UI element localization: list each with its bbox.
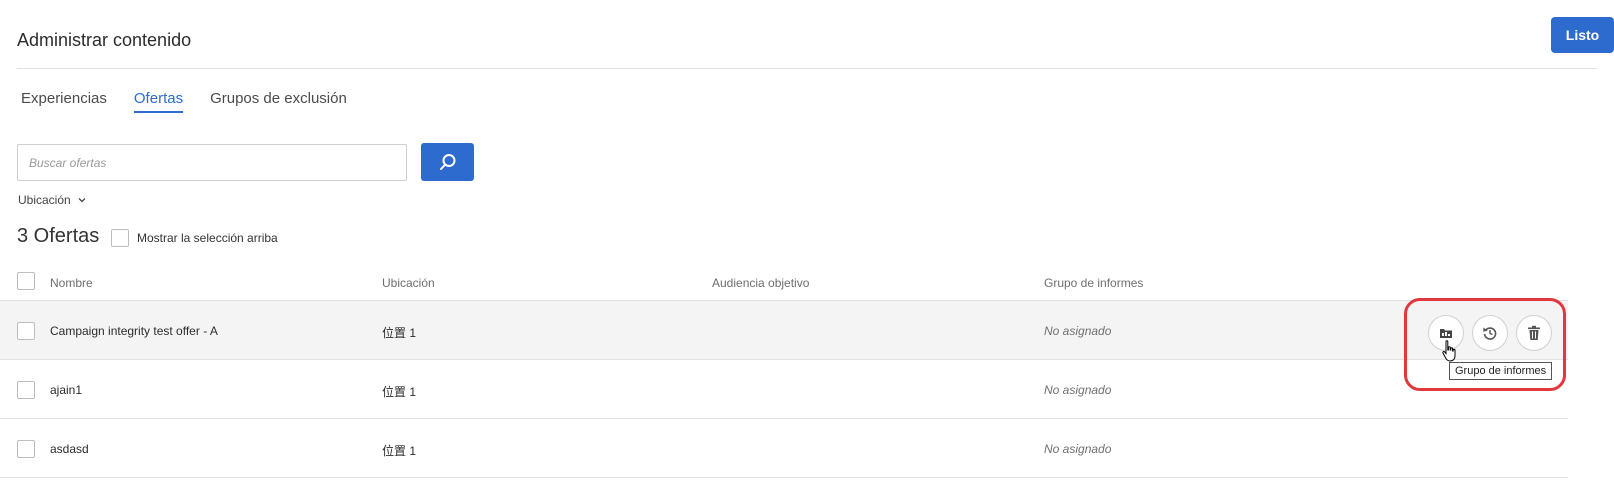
- row-name: Campaign integrity test offer - A: [50, 324, 218, 338]
- chevron-down-icon: [78, 198, 86, 203]
- tab-experiencias[interactable]: Experiencias: [21, 90, 107, 113]
- row-name: ajain1: [50, 383, 83, 397]
- row-checkbox[interactable]: [17, 440, 35, 458]
- show-selection-toggle[interactable]: Mostrar la selección arriba: [111, 229, 278, 247]
- table-row[interactable]: asdasd 位置 1 No asignado: [0, 419, 1568, 478]
- location-filter[interactable]: Ubicación: [18, 193, 87, 207]
- row-checkbox[interactable]: [17, 381, 35, 399]
- search-icon: [439, 154, 455, 170]
- tab-grupos-exclusion[interactable]: Grupos de exclusión: [210, 90, 347, 113]
- column-header-audience[interactable]: Audiencia objetivo: [712, 276, 809, 290]
- select-all-checkbox[interactable]: [17, 272, 35, 290]
- row-location: 位置 1: [382, 385, 417, 399]
- page-title: Administrar contenido: [17, 30, 192, 50]
- show-selection-label: Mostrar la selección arriba: [137, 231, 278, 245]
- row-report-group: No asignado: [1044, 324, 1112, 338]
- done-button[interactable]: Listo: [1551, 17, 1614, 53]
- column-header-report-group[interactable]: Grupo de informes: [1044, 276, 1143, 290]
- table-row[interactable]: Campaign integrity test offer - A 位置 1 N…: [0, 301, 1568, 360]
- row-checkbox[interactable]: [17, 322, 35, 340]
- header: Administrar contenido Listo: [17, 0, 1614, 69]
- row-report-group: No asignado: [1044, 383, 1112, 397]
- tab-bar: Experiencias Ofertas Grupos de exclusión: [21, 90, 374, 113]
- location-filter-label: Ubicación: [18, 193, 71, 207]
- tab-ofertas[interactable]: Ofertas: [133, 90, 184, 113]
- row-location: 位置 1: [382, 326, 417, 340]
- search-input[interactable]: [17, 144, 407, 181]
- tooltip: Grupo de informes: [1449, 362, 1553, 380]
- row-name: asdasd: [50, 442, 89, 456]
- table-header: Nombre Ubicación Audiencia objetivo Grup…: [0, 271, 1568, 301]
- offer-count: 3 Ofertas: [17, 225, 100, 247]
- column-header-location[interactable]: Ubicación: [382, 276, 435, 290]
- column-header-name[interactable]: Nombre: [50, 276, 93, 290]
- table-row[interactable]: ajain1 位置 1 No asignado: [0, 360, 1568, 419]
- hand-cursor-icon: [1442, 340, 1456, 362]
- show-selection-checkbox[interactable]: [111, 229, 129, 247]
- row-location: 位置 1: [382, 444, 417, 458]
- row-report-group: No asignado: [1044, 442, 1112, 456]
- search-button[interactable]: [421, 143, 474, 181]
